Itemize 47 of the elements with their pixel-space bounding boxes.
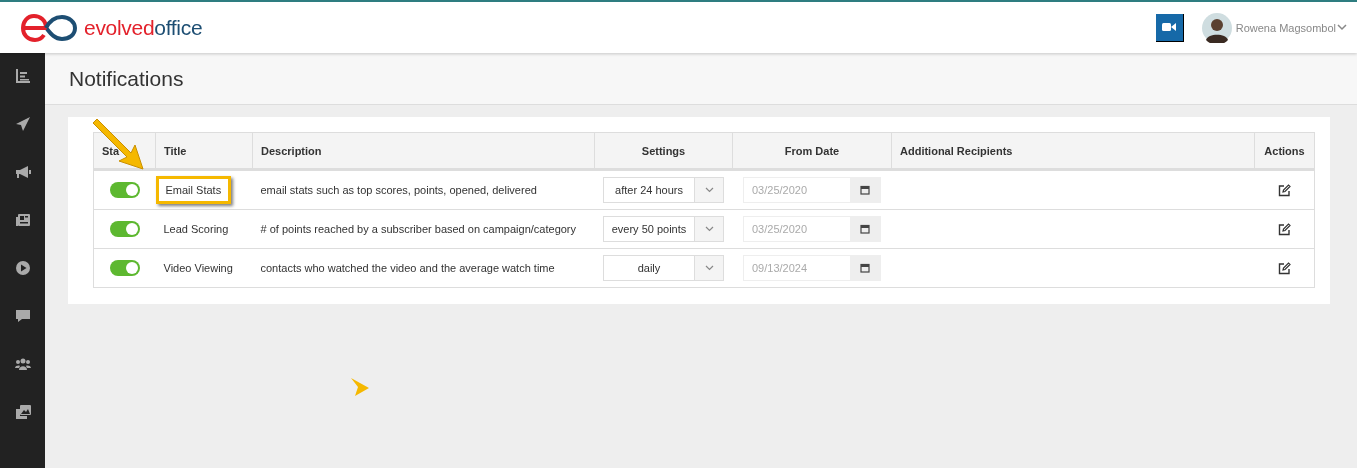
edit-icon[interactable] [1277,261,1291,275]
chart-icon[interactable] [14,68,31,84]
date-field[interactable]: 03/25/2020 [743,177,881,203]
newspaper-icon[interactable] [14,212,31,228]
column-header: Additional Recipients [891,132,1255,170]
column-header: From Date [732,132,892,170]
settings-dropdown[interactable]: daily [603,255,724,281]
megaphone-icon[interactable] [14,164,31,180]
description-text: # of points reached by a subscriber based on campaign/category [260,223,577,235]
column-header: Title [155,132,253,170]
toggle-switch[interactable] [109,260,140,276]
chevron-down-icon [704,265,714,271]
caret-icon[interactable] [1337,24,1347,31]
notification-title: Lead Scoring [162,222,230,237]
chevron-down-icon [704,187,714,193]
date-field[interactable]: 03/25/2020 [743,216,881,242]
users-icon[interactable] [14,356,31,372]
logo-text: evolvedoffice [84,15,203,40]
notification-title: Video Viewing [162,261,234,276]
calendar-icon[interactable] [860,263,870,273]
video-camera-icon [1162,22,1177,32]
toggle-switch[interactable] [109,182,140,198]
date-field[interactable]: 09/13/2024 [743,255,881,281]
page-title: Notifications [69,66,184,91]
logo-icon [20,12,78,43]
edit-icon[interactable] [1277,222,1291,236]
settings-dropdown[interactable]: every 50 points [603,216,724,242]
column-header: Description [252,132,595,170]
play-icon[interactable] [14,260,31,276]
column-header: Settings [594,132,733,170]
notification-title: Email Stats [155,176,232,204]
calendar-icon[interactable] [860,224,870,234]
settings-dropdown[interactable]: after 24 hours [603,177,724,203]
pointer-icon [349,377,371,397]
avatar-icon[interactable] [1201,12,1232,43]
paper-plane-icon[interactable] [14,116,31,132]
column-header: Actions [1254,132,1315,170]
video-button[interactable] [1155,13,1184,42]
user-name[interactable]: Rowena Magsombol [1235,21,1336,34]
image-icon[interactable] [14,404,31,420]
description-text: email stats such as top scores, points, opened, delivered [260,184,537,196]
chat-icon[interactable] [14,308,31,324]
edit-icon[interactable] [1277,183,1291,197]
chevron-down-icon [704,226,714,232]
description-text: contacts who watched the video and the average watch time [260,262,555,274]
toggle-switch[interactable] [109,221,140,237]
calendar-icon[interactable] [860,185,870,195]
